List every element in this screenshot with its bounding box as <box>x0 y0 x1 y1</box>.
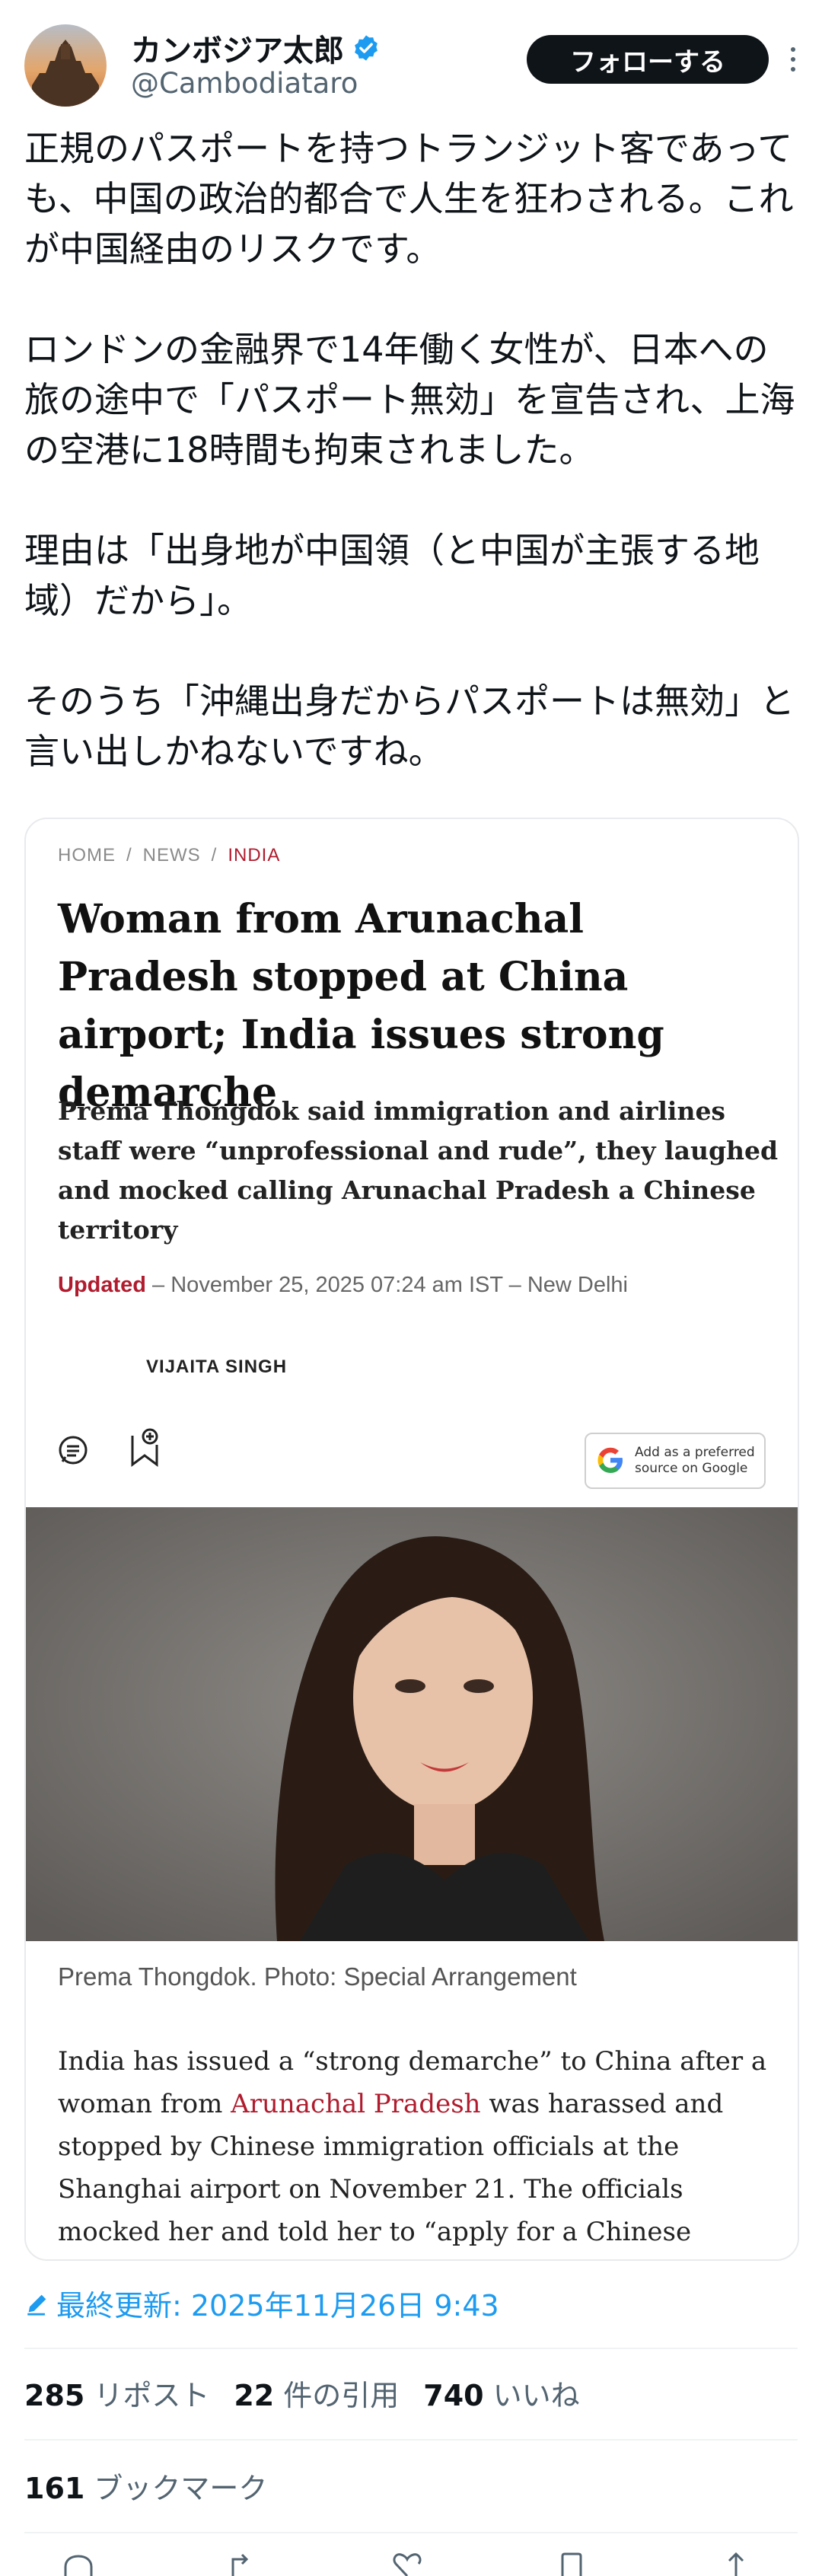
follow-button[interactable]: フォローする <box>527 35 769 84</box>
share-icon[interactable] <box>717 2550 755 2576</box>
breadcrumb-separator: / <box>211 845 218 866</box>
bookmark-icon[interactable] <box>553 2550 591 2576</box>
google-badge-text: Add as a preferred source on Google <box>635 1445 755 1476</box>
reposts-stat[interactable]: 285 リポスト <box>24 2372 209 2414</box>
article-headline: Woman from Arunachal Pradesh stopped at … <box>58 896 664 1116</box>
reposts-label: リポスト <box>94 2379 210 2412</box>
breadcrumb: HOME / NEWS / INDIA <box>58 845 280 866</box>
bookmarks-label: ブックマーク <box>94 2472 268 2505</box>
engagement-stats: 285 リポスト 22 件の引用 740 いいね <box>24 2372 580 2414</box>
last-edited-text: 最終更新: 2025年11月26日 9:43 <box>56 2289 499 2323</box>
breadcrumb-news[interactable]: NEWS <box>143 845 201 866</box>
breadcrumb-home[interactable]: HOME <box>58 845 116 866</box>
article-body-link[interactable]: Arunachal Pradesh <box>231 2089 480 2119</box>
more-options-icon[interactable] <box>789 47 798 78</box>
divider <box>24 2532 798 2533</box>
likes-label: いいね <box>492 2379 580 2412</box>
tweet-header: カンボジア太郎 @Cambodiataro フォローする <box>24 24 798 107</box>
quotes-count: 22 <box>234 2379 275 2412</box>
action-bar <box>0 2550 822 2576</box>
breadcrumb-india[interactable]: INDIA <box>228 845 280 866</box>
like-icon[interactable] <box>388 2550 426 2576</box>
last-edited[interactable]: 最終更新: 2025年11月26日 9:43 <box>24 2282 499 2324</box>
name-row: カンボジア太郎 <box>131 26 381 70</box>
divider <box>24 2439 798 2441</box>
avatar[interactable] <box>24 24 107 107</box>
edit-pencil-icon <box>27 2294 46 2316</box>
tweet-text: 正規のパスポートを持つトランジット客であっても、中国の政治的都合で人生を狂わされ… <box>24 128 795 772</box>
comment-icon <box>59 1436 88 1465</box>
quotes-stat[interactable]: 22 件の引用 <box>234 2372 399 2414</box>
link-card[interactable]: HOME / NEWS / INDIA Woman from Arunachal… <box>24 818 799 2261</box>
article-photo <box>26 1507 798 1941</box>
bookmark-add-icon <box>131 1428 158 1467</box>
updated-line: Updated – November 25, 2025 07:24 am IST… <box>58 1273 628 1298</box>
article-subhead: Prema Thongdok said immigration and airl… <box>58 1096 779 1245</box>
bookmarks-count: 161 <box>24 2472 85 2505</box>
divider <box>24 2348 798 2349</box>
article-body: India has issued a “strong demarche” to … <box>58 2040 781 2259</box>
updated-label: Updated <box>58 1273 146 1297</box>
updated-text: – November 25, 2025 07:24 am IST – New D… <box>146 1273 628 1297</box>
likes-count: 740 <box>423 2379 484 2412</box>
photo-caption: Prema Thongdok. Photo: Special Arrangeme… <box>58 1962 577 1991</box>
likes-stat[interactable]: 740 いいね <box>423 2372 579 2414</box>
reply-icon[interactable] <box>59 2550 97 2576</box>
verified-badge-icon <box>355 35 378 61</box>
quotes-label: 件の引用 <box>283 2379 400 2412</box>
breadcrumb-separator: / <box>126 845 132 866</box>
bookmarks-stat[interactable]: 161 ブックマーク <box>24 2465 267 2507</box>
handle[interactable]: @Cambodiataro <box>131 67 358 100</box>
display-name[interactable]: カンボジア太郎 <box>131 26 344 70</box>
reposts-count: 285 <box>24 2379 85 2412</box>
google-preferred-source-badge: Add as a preferred source on Google <box>585 1433 766 1489</box>
google-icon <box>597 1447 623 1473</box>
article-author: VIJAITA SINGH <box>146 1357 288 1377</box>
repost-icon[interactable] <box>224 2550 262 2576</box>
